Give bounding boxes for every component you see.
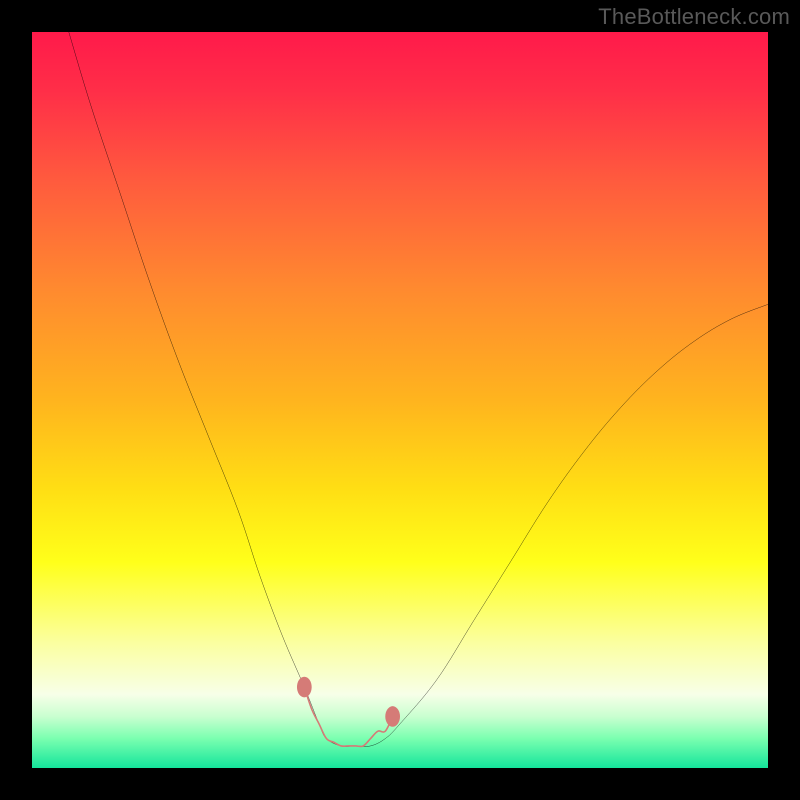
optimal-endpoint-dot xyxy=(385,706,400,727)
optimal-segment xyxy=(304,687,392,746)
plot-area xyxy=(32,32,768,768)
chart-frame: TheBottleneck.com xyxy=(0,0,800,800)
marks-layer xyxy=(32,32,768,768)
optimal-endpoint-dot xyxy=(297,677,312,698)
watermark-label: TheBottleneck.com xyxy=(598,4,790,30)
